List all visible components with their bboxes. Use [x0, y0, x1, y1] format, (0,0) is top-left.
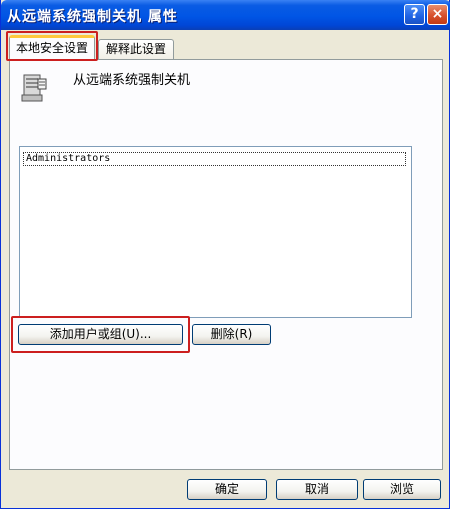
- tab-explain-setting[interactable]: 解释此设置: [98, 39, 174, 59]
- cancel-button[interactable]: 取消: [276, 479, 358, 500]
- title-bar[interactable]: 从远端系统强制关机 属性 ? ×: [1, 0, 450, 30]
- ok-button[interactable]: 确定: [187, 479, 267, 500]
- list-item[interactable]: Administrators: [23, 152, 406, 166]
- browse-button[interactable]: 浏览: [363, 479, 441, 500]
- window-title: 从远端系统强制关机 属性: [7, 9, 178, 25]
- properties-dialog: 从远端系统强制关机 属性 ? × 本地安全设置 解释此设置 从远端系统强制关机 …: [0, 0, 450, 509]
- help-button[interactable]: ?: [404, 4, 425, 25]
- highlight-box-add-button: [11, 316, 190, 353]
- policy-server-icon: [21, 74, 47, 102]
- policy-name: 从远端系统强制关机: [73, 73, 191, 88]
- user-group-list[interactable]: Administrators: [19, 146, 412, 318]
- close-button[interactable]: ×: [427, 4, 448, 25]
- remove-button[interactable]: 删除(R): [192, 324, 271, 345]
- highlight-box-tab: [6, 31, 98, 61]
